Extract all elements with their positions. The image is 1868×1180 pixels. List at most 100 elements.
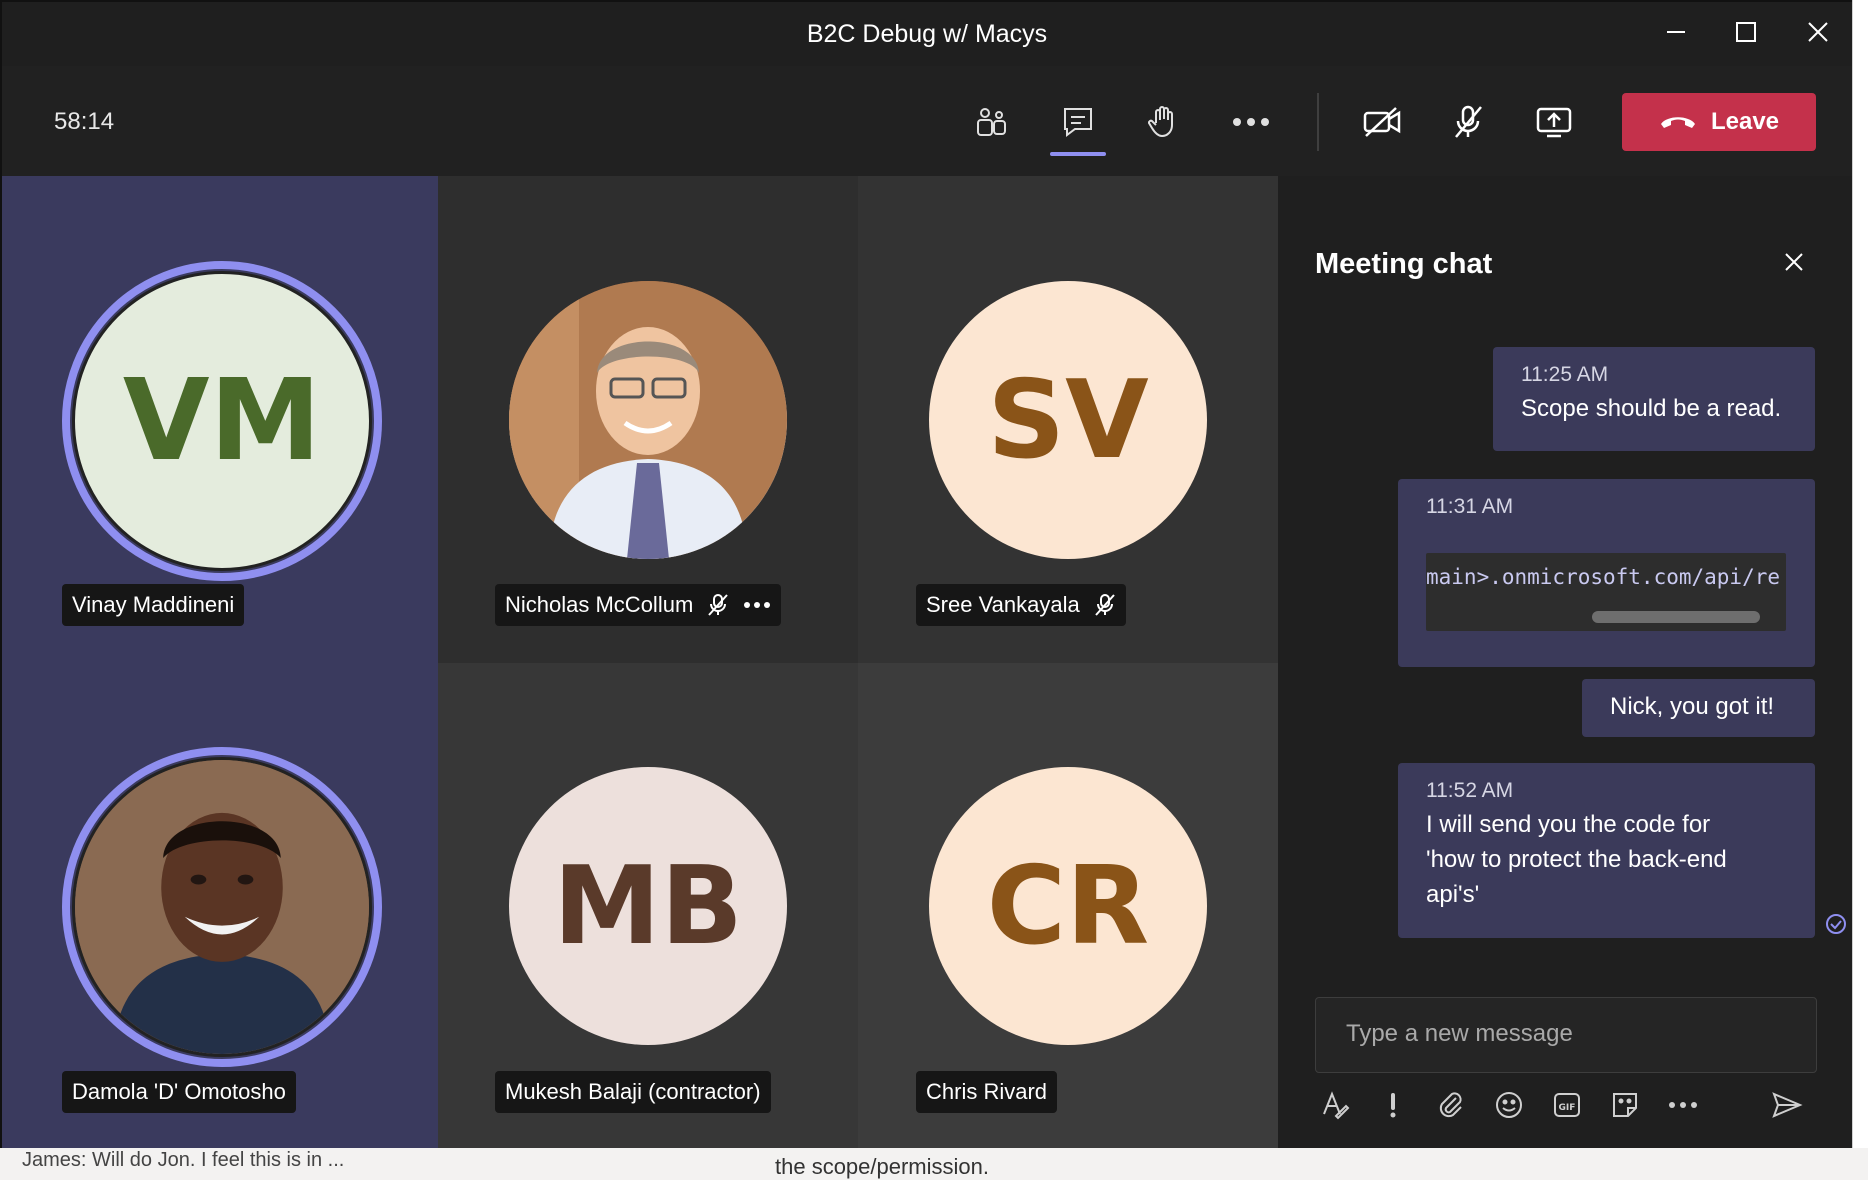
person-photo-icon xyxy=(75,760,369,1054)
code-snippet[interactable]: main>.onmicrosoft.com/api/re xyxy=(1426,553,1786,631)
attach-button[interactable] xyxy=(1431,1085,1471,1125)
more-compose-options-button[interactable] xyxy=(1663,1085,1703,1125)
emoji-button[interactable] xyxy=(1489,1085,1529,1125)
microphone-muted-icon xyxy=(1094,594,1115,616)
raise-hand-button[interactable] xyxy=(1135,94,1191,150)
hang-up-icon xyxy=(1660,117,1695,128)
message-text-line: I will send you the code for xyxy=(1426,811,1711,838)
meeting-toolbar: 58:14 Leave xyxy=(2,66,1852,176)
more-icon xyxy=(1233,118,1269,126)
participant-name-plate: Chris Rivard xyxy=(916,1071,1058,1113)
code-text: main>.onmicrosoft.com/api/re xyxy=(1426,565,1781,589)
meeting-window: B2C Debug w/ Macys 58:14 Leave VM Vinay … xyxy=(0,0,1852,1148)
chat-active-indicator xyxy=(1050,152,1106,156)
meeting-timer: 58:14 xyxy=(54,108,115,135)
message-timestamp: 11:31 AM xyxy=(1426,495,1514,518)
microphone-toggle-button[interactable] xyxy=(1440,94,1496,150)
gif-icon: GIF xyxy=(1554,1093,1580,1117)
chat-message[interactable]: 11:52 AM I will send you the code for 'h… xyxy=(1398,763,1815,938)
message-text: Nick, you got it! xyxy=(1610,693,1775,720)
participant-tile[interactable]: SV Sree Vankayala xyxy=(858,176,1278,663)
window-title: B2C Debug w/ Macys xyxy=(806,20,1048,48)
background-message-text: the scope/permission. xyxy=(775,1154,989,1179)
emoji-icon xyxy=(1496,1092,1522,1118)
participants-button[interactable] xyxy=(963,94,1019,150)
chat-title: Meeting chat xyxy=(1315,248,1493,280)
avatar-initials: CR xyxy=(929,767,1207,1045)
toolbar-divider xyxy=(1317,93,1319,151)
sticker-icon xyxy=(1613,1093,1637,1117)
avatar-initials: VM xyxy=(72,271,372,571)
importance-button[interactable] xyxy=(1373,1085,1413,1125)
more-icon xyxy=(1669,1102,1697,1108)
paperclip-icon xyxy=(1439,1092,1462,1118)
participant-name-plate: Vinay Maddineni xyxy=(62,584,245,626)
share-screen-icon xyxy=(1536,107,1572,138)
participant-tile[interactable]: VM Vinay Maddineni xyxy=(2,176,438,663)
participants-stage: VM Vinay Maddineni Nicholas McCollum SV … xyxy=(2,176,1278,1148)
camera-toggle-button[interactable] xyxy=(1354,94,1410,150)
participant-name: Chris Rivard xyxy=(926,1079,1048,1104)
microphone-off-icon xyxy=(1455,105,1482,138)
participant-tile[interactable]: CR Chris Rivard xyxy=(858,663,1278,1148)
close-icon xyxy=(1785,253,1803,271)
participant-tile[interactable]: Damola 'D' Omotosho xyxy=(2,663,438,1148)
format-button[interactable] xyxy=(1315,1085,1355,1125)
message-text-line: 'how to protect the back-end xyxy=(1426,846,1727,873)
participants-icon xyxy=(977,108,1006,136)
share-screen-button[interactable] xyxy=(1526,94,1582,150)
participant-name: Sree Vankayala xyxy=(926,592,1080,617)
participant-name-plate: Mukesh Balaji (contractor) xyxy=(495,1071,771,1113)
send-button[interactable] xyxy=(1767,1085,1807,1125)
sticker-button[interactable] xyxy=(1605,1085,1645,1125)
camera-off-icon xyxy=(1363,107,1401,137)
chat-button[interactable] xyxy=(1050,94,1106,150)
participant-name: Vinay Maddineni xyxy=(72,592,235,617)
message-input[interactable]: Type a new message xyxy=(1315,997,1817,1073)
participant-name-plate: Nicholas McCollum xyxy=(495,584,782,626)
more-options-icon[interactable] xyxy=(743,601,771,609)
background-app-bottom: James: Will do Jon. I feel this is in ..… xyxy=(0,1148,1868,1179)
chat-message[interactable]: 11:25 AM Scope should be a read. xyxy=(1493,347,1815,451)
participant-tile[interactable]: Nicholas McCollum xyxy=(438,176,858,663)
format-icon xyxy=(1323,1091,1350,1120)
participant-tile[interactable]: MB Mukesh Balaji (contractor) xyxy=(438,663,858,1148)
more-actions-button[interactable] xyxy=(1223,94,1279,150)
participant-name: Damola 'D' Omotosho xyxy=(72,1079,286,1104)
person-photo-icon xyxy=(509,281,787,559)
chat-icon xyxy=(1064,108,1092,137)
avatar-photo xyxy=(72,757,372,1057)
avatar-initials: SV xyxy=(929,281,1207,559)
microphone-muted-icon xyxy=(708,594,729,616)
participant-name: Mukesh Balaji (contractor) xyxy=(505,1079,761,1104)
seen-check-icon xyxy=(1826,914,1846,934)
participant-name-plate: Damola 'D' Omotosho xyxy=(62,1071,296,1113)
close-window-button[interactable] xyxy=(1788,12,1848,52)
background-app-edge xyxy=(1852,0,1868,1179)
background-chat-preview: James: Will do Jon. I feel this is in ..… xyxy=(22,1149,345,1171)
minimize-button[interactable] xyxy=(1646,12,1706,52)
chat-message[interactable]: Nick, you got it! xyxy=(1582,679,1815,737)
hand-icon xyxy=(1148,106,1173,138)
compose-toolbar: GIF xyxy=(1315,1085,1835,1125)
title-bar: B2C Debug w/ Macys xyxy=(2,2,1852,67)
exclamation-icon xyxy=(1390,1093,1396,1118)
gif-button[interactable]: GIF xyxy=(1547,1085,1587,1125)
avatar-photo xyxy=(509,281,787,559)
chat-message[interactable]: 11:31 AM main>.onmicrosoft.com/api/re xyxy=(1398,479,1815,667)
participant-name-plate: Sree Vankayala xyxy=(916,584,1126,626)
code-scrollbar[interactable] xyxy=(1592,611,1760,623)
message-text-line: api's' xyxy=(1426,881,1480,908)
close-icon xyxy=(1808,22,1828,42)
leave-button[interactable]: Leave xyxy=(1622,93,1816,151)
message-timestamp: 11:52 AM xyxy=(1426,779,1514,802)
message-text: Scope should be a read. xyxy=(1521,395,1782,422)
svg-text:GIF: GIF xyxy=(1559,1103,1576,1113)
participant-name: Nicholas McCollum xyxy=(505,592,694,617)
leave-label: Leave xyxy=(1710,108,1780,135)
maximize-icon xyxy=(1736,22,1756,42)
message-timestamp: 11:25 AM xyxy=(1521,363,1609,386)
minimize-icon xyxy=(1667,31,1685,33)
close-chat-button[interactable] xyxy=(1774,242,1814,282)
maximize-button[interactable] xyxy=(1716,12,1776,52)
